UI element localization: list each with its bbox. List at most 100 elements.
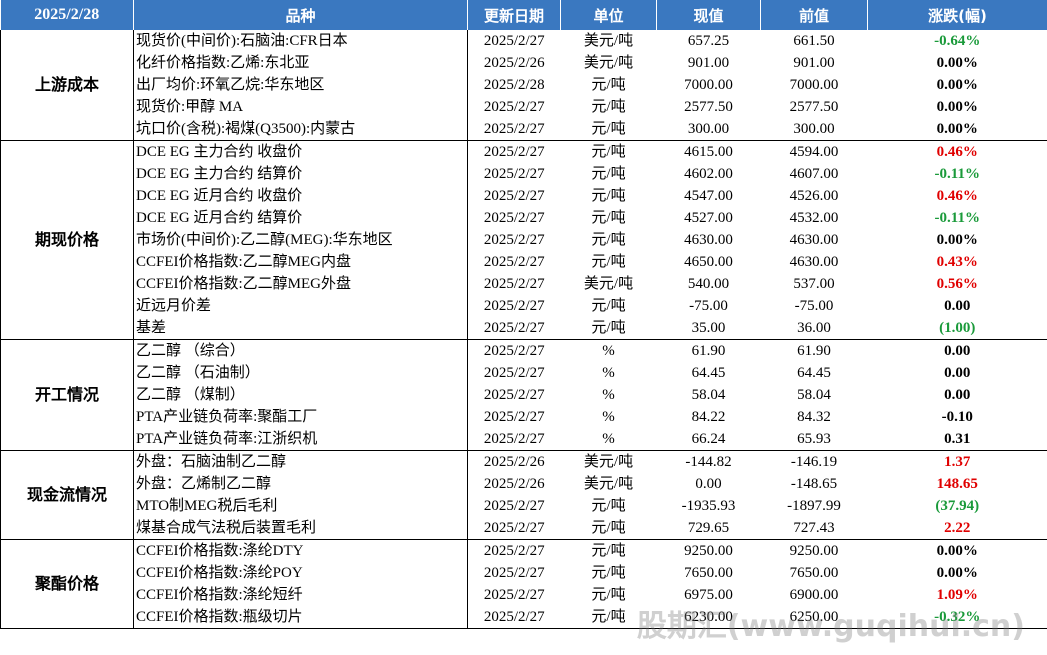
change-value: 1.09% [867, 584, 1047, 606]
update-date: 2025/2/27 [483, 232, 545, 248]
change-value: -0.11% [867, 163, 1047, 185]
item-name: CCFEI价格指数:涤纶DTY [133, 539, 468, 562]
item-name: 出厂均价:环氧乙烷:华东地区 [133, 74, 468, 96]
unit: % [560, 428, 657, 451]
change-value: 0.00% [867, 539, 1047, 562]
current-value: 4602.00 [684, 166, 733, 182]
change-value: 0.00% [867, 74, 1047, 96]
table-row: 基差 2025/2/27 元/吨 35.00 36.00 (1.00) [1, 317, 1047, 340]
unit: 元/吨 [591, 498, 626, 514]
update-date: 2025/2/27 [483, 298, 545, 314]
change-value: 0.31 [867, 428, 1047, 451]
current-value: -75.00 [689, 298, 728, 314]
previous-value: 36.00 [760, 317, 868, 340]
unit: 元/吨 [560, 317, 657, 340]
previous-value: 661.50 [793, 33, 835, 49]
update-date: 2025/2/27 [483, 543, 545, 559]
update-date: 2025/2/27 [467, 606, 561, 629]
unit: 元/吨 [591, 587, 626, 603]
update-date: 2025/2/27 [483, 276, 545, 292]
item-name: CCFEI价格指数:瓶级切片 [133, 606, 468, 629]
current-value: 9250.00 [684, 543, 733, 559]
data-table: 2025/2/28 品种 更新日期 单位 现值 前值 涨跌(幅) 上游成本 现货价… [0, 0, 1047, 629]
change-value: 0.00% [867, 52, 1047, 74]
header-row: 2025/2/28 品种 更新日期 单位 现值 前值 涨跌(幅) [0, 0, 1047, 30]
update-date: 2025/2/27 [483, 565, 545, 581]
previous-value: 7650.00 [789, 565, 839, 581]
change-value: 0.00 [867, 362, 1047, 384]
update-date: 2025/2/26 [483, 454, 545, 470]
current-value: 4630.00 [684, 232, 733, 248]
unit: 美元/吨 [583, 55, 634, 71]
previous-value: 4607.00 [789, 166, 839, 182]
change-value: 0.00 [867, 339, 1047, 362]
table-row: CCFEI价格指数:瓶级切片 2025/2/27 元/吨 6230.00 6250.00… [1, 606, 1047, 629]
change-value: 2.22 [867, 517, 1047, 540]
change-value: 0.46% [867, 140, 1047, 163]
unit: 元/吨 [591, 298, 626, 314]
previous-value: 7000.00 [789, 77, 839, 93]
previous-value: 4532.00 [789, 210, 839, 226]
unit: 元/吨 [591, 144, 626, 160]
previous-value: 537.00 [793, 276, 835, 292]
unit: 美元/吨 [583, 454, 634, 470]
item-name: CCFEI价格指数:乙二醇MEG内盘 [133, 251, 468, 273]
unit: % [602, 343, 615, 359]
update-date: 2025/2/27 [467, 317, 561, 340]
header-unit: 单位 [560, 0, 657, 30]
item-name: 外盘：石脑油制乙二醇 [133, 450, 468, 473]
item-name: 化纤价格指数:乙烯:东北亚 [133, 52, 468, 74]
update-date: 2025/2/27 [467, 118, 561, 141]
header-current: 现值 [656, 0, 761, 30]
current-value: -1935.93 [681, 498, 736, 514]
current-value: -144.82 [685, 454, 732, 470]
unit: % [602, 387, 615, 403]
previous-value: 58.04 [797, 387, 831, 403]
item-name: PTA产业链负荷率:聚酯工厂 [133, 406, 468, 428]
header-name: 品种 [133, 0, 468, 30]
table-row: 化纤价格指数:乙烯:东北亚 2025/2/26 美元/吨 901.00 901.00 0.… [1, 52, 1047, 74]
table-row: DCE EG 主力合约 结算价 2025/2/27 元/吨 4602.00 4607.0… [1, 163, 1047, 185]
item-name: 近远月价差 [133, 295, 468, 317]
current-value: 0.00 [695, 476, 722, 492]
update-date: 2025/2/27 [483, 144, 545, 160]
current-value: 4547.00 [684, 188, 733, 204]
table-row: 聚酯价格 CCFEI价格指数:涤纶DTY 2025/2/27 元/吨 9250.00 92… [0, 539, 1047, 629]
table-row: 外盘：乙烯制乙二醇 2025/2/26 美元/吨 0.00 -148.65 148.65 [1, 473, 1047, 495]
item-name: 乙二醇 （煤制） [133, 384, 468, 406]
update-date: 2025/2/27 [483, 99, 545, 115]
current-value: 540.00 [687, 276, 730, 292]
header-date: 2025/2/28 [0, 0, 134, 30]
item-name: CCFEI价格指数:乙二醇MEG外盘 [133, 273, 468, 295]
unit: 元/吨 [591, 254, 626, 270]
item-name: 煤基合成气法税后装置毛利 [133, 517, 468, 540]
table-body: 上游成本 现货价(中间价):石脑油:CFR日本 2025/2/27 美元/吨 657.2… [0, 30, 1047, 629]
table-row: CCFEI价格指数:涤纶短纤 2025/2/27 元/吨 6975.00 6900.00… [1, 584, 1047, 606]
change-value: 148.65 [867, 473, 1047, 495]
previous-value: 2577.50 [789, 99, 839, 115]
change-value: 0.46% [867, 185, 1047, 207]
category-label: 上游成本 [0, 30, 134, 141]
item-name: 基差 [133, 317, 468, 340]
current-value: 2577.50 [684, 99, 733, 115]
current-value: 84.22 [691, 409, 726, 425]
table-row: 近远月价差 2025/2/27 元/吨 -75.00 -75.00 0.00 [1, 295, 1047, 317]
previous-value: 6250.00 [760, 606, 868, 629]
change-value: 1.37 [867, 450, 1047, 473]
unit: 元/吨 [591, 543, 626, 559]
item-name: PTA产业链负荷率:江浙织机 [133, 428, 468, 451]
unit: 元/吨 [591, 232, 626, 248]
update-date: 2025/2/27 [483, 387, 545, 403]
table-row: 市场价(中间价):乙二醇(MEG):华东地区 2025/2/27 元/吨 4630.0… [1, 229, 1047, 251]
current-value: 657.25 [687, 33, 730, 49]
previous-value: 65.93 [760, 428, 868, 451]
table-row: 现金流情况 外盘：石脑油制乙二醇 2025/2/26 美元/吨 -144.82 -146.… [0, 450, 1047, 540]
unit: 美元/吨 [583, 476, 634, 492]
current-value: 4650.00 [684, 254, 733, 270]
item-name: DCE EG 主力合约 收盘价 [133, 140, 468, 163]
item-name: DCE EG 近月合约 结算价 [133, 207, 468, 229]
previous-value: -1897.99 [787, 498, 841, 514]
update-date: 2025/2/27 [483, 33, 545, 49]
item-name: DCE EG 近月合约 收盘价 [133, 185, 468, 207]
previous-value: -75.00 [794, 298, 834, 314]
